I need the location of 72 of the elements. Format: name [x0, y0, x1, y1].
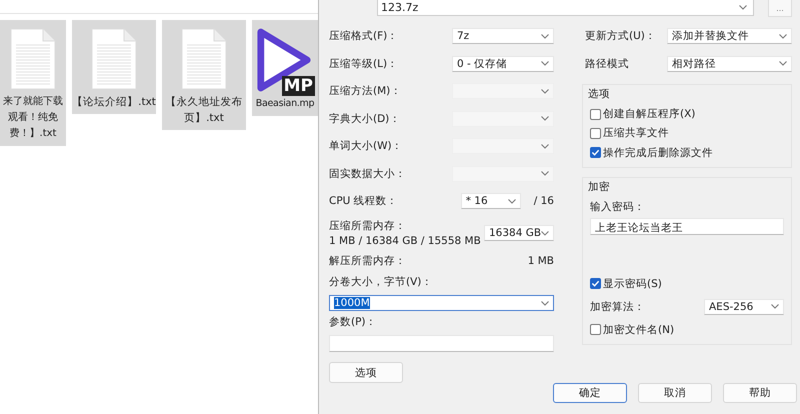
group-title: 选项 [588, 86, 611, 100]
setting-label: 加密算法： [590, 300, 645, 314]
file-item[interactable]: 【永久地址发布 页】.txt [162, 20, 246, 130]
memory-value: 1 MB [528, 255, 554, 267]
dialog-button[interactable]: 帮助 [723, 383, 797, 403]
password-field[interactable]: 上老王论坛当老王 [590, 218, 784, 234]
password-label: 输入密码： [590, 200, 646, 214]
text-document-icon [10, 28, 56, 90]
setting-label: CPU 线程数： [329, 194, 398, 208]
file-type-badge: MP [282, 76, 315, 96]
setting-label: 压缩等级(L)： [329, 56, 398, 71]
dialog-button[interactable]: 确定 [553, 383, 627, 403]
checkbox-label: 加密文件名(N) [603, 322, 674, 336]
file-name: 【论坛介绍】.txt [72, 95, 156, 110]
setting-label: 压缩方法(M)： [329, 84, 402, 98]
options-button[interactable]: 选项 [329, 362, 403, 383]
setting-label: 固实数据大小： [329, 166, 406, 181]
file-name: 【永久地址发布 页】.txt [166, 95, 242, 126]
chevron-down-icon [541, 171, 549, 176]
dropdown[interactable]: 添加并替换文件 [667, 28, 792, 44]
chevron-down-icon [508, 198, 516, 204]
dropdown[interactable]: 0 - 仅存储 [452, 56, 554, 72]
setting-label: 解压所需内存： [329, 254, 406, 268]
chevron-down-icon [779, 34, 787, 39]
chevron-down-icon [771, 304, 779, 309]
setting-label: 压缩格式(F)： [329, 29, 398, 44]
dropdown[interactable]: 7z [452, 28, 554, 44]
checkbox[interactable] [590, 147, 601, 158]
chevron-down-icon [541, 34, 549, 39]
setting-label: 单词大小(W)： [329, 139, 403, 154]
chevron-down-icon [541, 144, 549, 149]
dropdown[interactable]: AES-256 [704, 298, 784, 314]
checkbox-label: 压缩共享文件 [603, 126, 669, 140]
chevron-down-icon [541, 300, 549, 306]
chevron-down-icon [541, 61, 549, 66]
dialog-button[interactable]: 取消 [638, 383, 712, 403]
setting-label: 更新方式(U)： [585, 29, 656, 44]
memory-detail: 1 MB / 16384 GB / 15558 MB [329, 235, 481, 247]
setting-label: 参数(P)： [329, 315, 378, 329]
setting-label: 字典大小(D)： [329, 112, 400, 126]
checkbox-label: 显示密码(S) [603, 276, 662, 290]
browse-button[interactable]: ... [768, 0, 792, 17]
parameters-field[interactable] [329, 335, 554, 352]
file-item[interactable]: MP Baeasian.mp [252, 20, 318, 116]
chevron-down-icon [541, 116, 549, 122]
chevron-down-icon [779, 61, 787, 66]
file-item[interactable]: 来了就能下载 观看！纯免 费！】.txt [0, 20, 66, 146]
group-title: 加密 [588, 180, 611, 194]
thread-count: / 16 [534, 195, 554, 208]
dropdown[interactable]: * 16 [460, 193, 521, 210]
chevron-down-icon [541, 88, 549, 94]
checkbox[interactable] [590, 324, 601, 335]
volume-size-field[interactable]: 1000M [329, 295, 554, 311]
chevron-down-icon [739, 5, 747, 10]
file-name: Baeasian.mp [256, 97, 314, 111]
dropdown[interactable]: 16384 GB [484, 225, 554, 241]
checkbox[interactable] [590, 278, 601, 289]
setting-label: 路径模式 [585, 56, 629, 71]
archive-name-field[interactable]: 123.7z [377, 0, 754, 16]
checkbox[interactable] [590, 108, 601, 120]
setting-label: 压缩所需内存： [329, 219, 407, 233]
text-document-icon [91, 28, 137, 90]
dropdown[interactable]: 相对路径 [667, 56, 792, 72]
file-name: 来了就能下载 观看！纯免 费！】.txt [3, 94, 63, 141]
checkbox-label: 创建自解压程序(X) [603, 107, 696, 122]
file-item[interactable]: 【论坛介绍】.txt [72, 20, 156, 114]
play-icon [255, 26, 313, 94]
checkbox-label: 操作完成后删除源文件 [603, 146, 713, 160]
setting-label: 分卷大小，字节(V)： [329, 275, 434, 289]
checkbox[interactable] [590, 128, 601, 139]
text-document-icon [181, 28, 227, 90]
chevron-down-icon [541, 230, 549, 236]
